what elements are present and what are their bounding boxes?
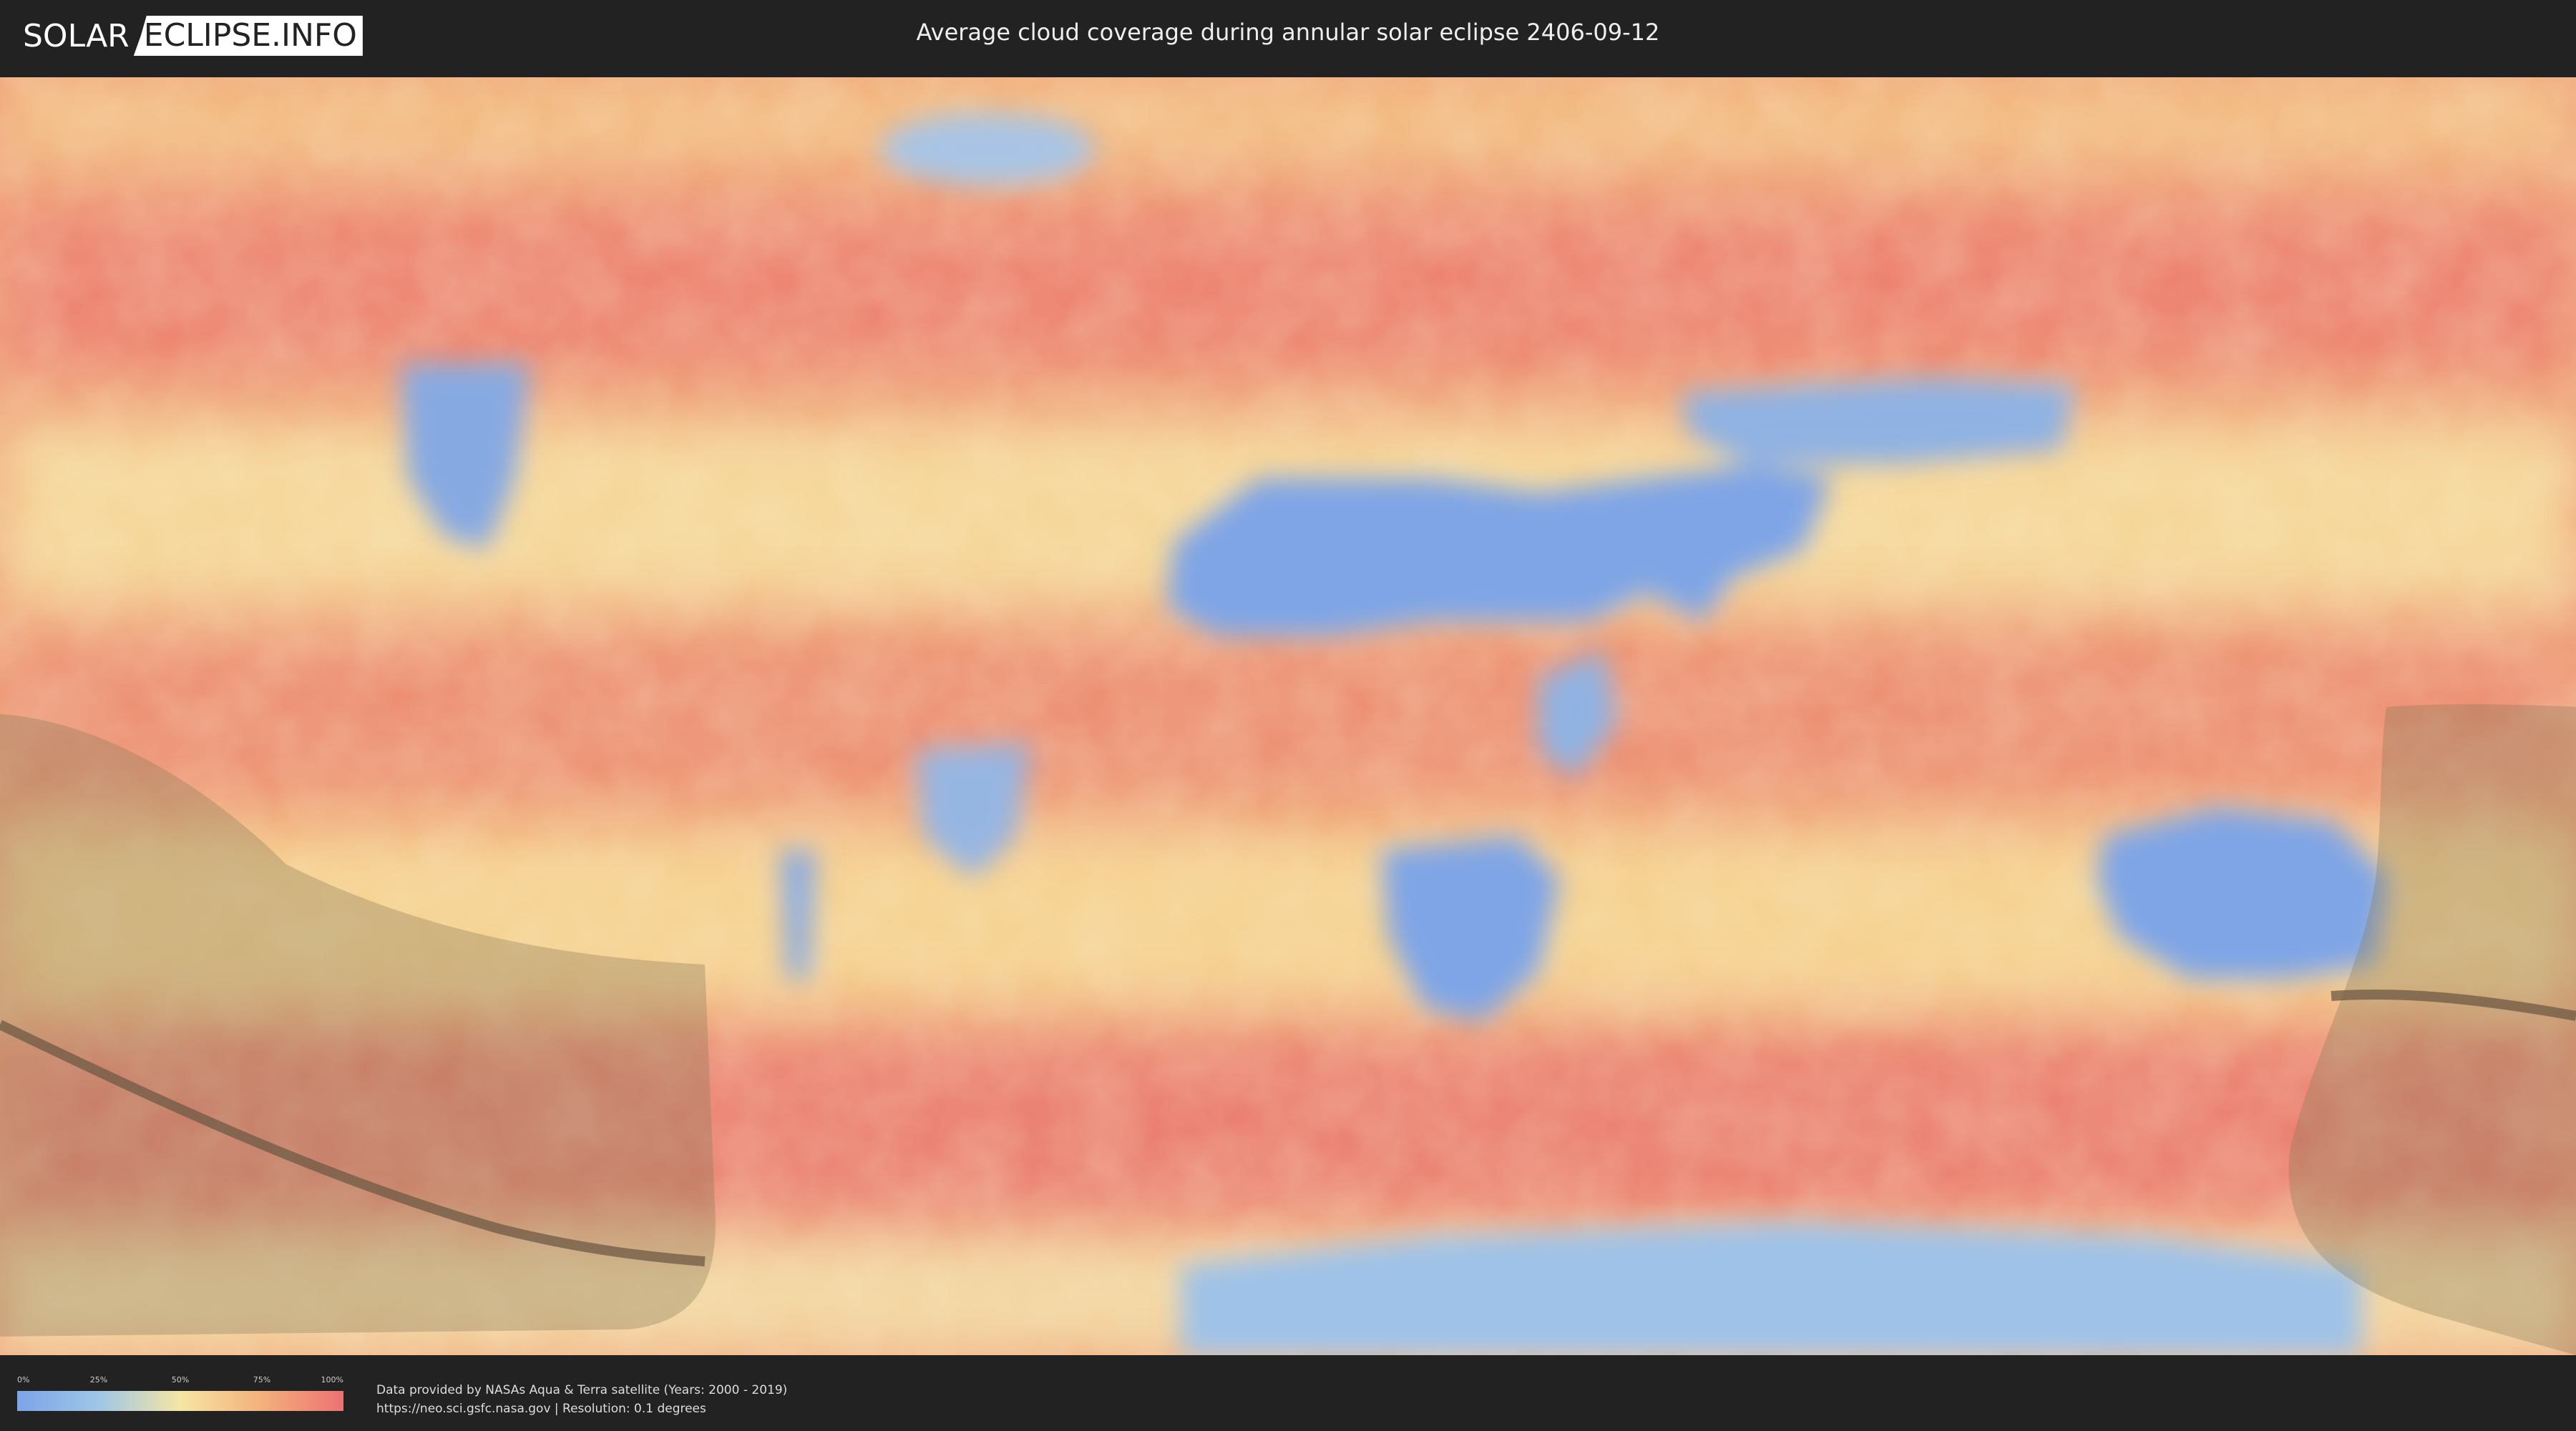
legend-tick-25: 25% bbox=[89, 1375, 108, 1384]
header-bar: SOLAR ECLIPSE.INFO Average cloud coverag… bbox=[0, 0, 2576, 72]
data-credits: Data provided by NASAs Aqua & Terra sate… bbox=[376, 1381, 787, 1418]
legend-color-bar bbox=[17, 1391, 343, 1411]
legend-tick-75: 75% bbox=[253, 1375, 271, 1384]
footer-bar: 0% 25% 50% 75% 100% Data provided by NAS… bbox=[0, 1359, 2576, 1431]
legend-tick-50: 50% bbox=[171, 1375, 190, 1384]
page-title: Average cloud coverage during annular so… bbox=[916, 19, 1660, 46]
cloud-coverage-map bbox=[0, 77, 2576, 1355]
map-canvas bbox=[0, 77, 2576, 1355]
credits-line-2: https://neo.sci.gsfc.nasa.gov | Resoluti… bbox=[376, 1402, 706, 1416]
legend-tick-100: 100% bbox=[321, 1375, 343, 1384]
cloud-coverage-legend: 0% 25% 50% 75% 100% bbox=[17, 1375, 343, 1418]
legend-ticks: 0% 25% 50% 75% 100% bbox=[17, 1375, 343, 1388]
legend-tick-0: 0% bbox=[17, 1375, 30, 1384]
credits-line-1: Data provided by NASAs Aqua & Terra sate… bbox=[376, 1383, 788, 1397]
